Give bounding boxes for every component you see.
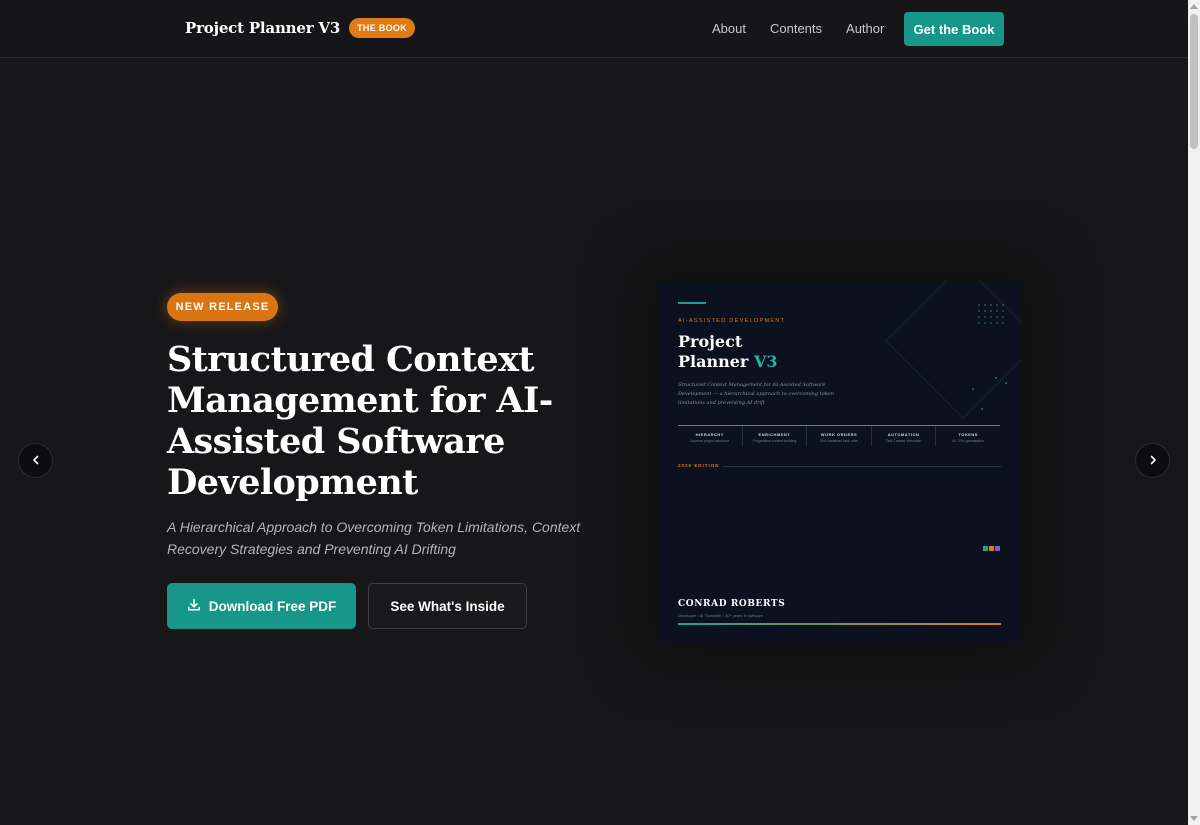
cover-dot-grid: [976, 302, 1006, 326]
pillar-subtitle: Task Tracker execution: [885, 439, 922, 443]
pillar-title: TOKENS: [958, 432, 978, 437]
cover-description: Structured Context Management for AI-Ass…: [678, 382, 834, 406]
carousel-next-button[interactable]: [1135, 443, 1170, 478]
nav-link-author[interactable]: Author: [846, 21, 884, 36]
hero-subtitle: A Hierarchical Approach to Overcoming To…: [167, 519, 581, 557]
pillar-subtitle: Progressive context building: [752, 439, 797, 443]
cover-accent-square: [995, 546, 1000, 551]
scrollbar-thumb[interactable]: [1190, 14, 1198, 149]
cover-author: CONRAD ROBERTS: [678, 599, 786, 609]
cover-kicker: AI-ASSISTED DEVELOPMENT: [678, 318, 786, 324]
download-pdf-button[interactable]: Download Free PDF: [167, 583, 356, 629]
cover-pillar: WORK ORDERS Self-contained task units: [807, 426, 872, 446]
new-release-badge: NEW RELEASE: [167, 293, 278, 321]
pillar-title: AUTOMATION: [887, 432, 920, 437]
cover-dot: [1005, 382, 1007, 384]
cover-accent-square: [989, 546, 994, 551]
cover-title-word: Planner: [678, 352, 749, 371]
hero-headline: Structured Context Management for AI-Ass…: [167, 339, 553, 503]
cover-dot: [981, 408, 983, 410]
cover-dot: [972, 388, 974, 390]
chevron-right-icon: [1148, 452, 1158, 470]
page-scrollbar[interactable]: [1188, 0, 1200, 825]
cover-accent-square: [983, 546, 988, 551]
get-book-button[interactable]: Get the Book: [904, 12, 1004, 46]
brand[interactable]: Project Planner V3 THE BOOK: [185, 18, 416, 38]
cover-edition: 2026 EDITION: [678, 463, 720, 468]
pillar-subtitle: 50-70% optimization: [952, 439, 985, 443]
scroll-up-icon[interactable]: [1190, 4, 1198, 9]
cover-author-subtitle: Developer • AI Toolsmith • 30+ years in …: [678, 613, 764, 618]
download-pdf-label: Download Free PDF: [208, 598, 337, 614]
chevron-left-icon: [31, 452, 41, 470]
book-cover: AI-ASSISTED DEVELOPMENT Project Planner …: [658, 281, 1022, 641]
cover-title-line1: Project: [678, 332, 743, 351]
nav-link-about[interactable]: About: [712, 21, 746, 36]
cover-accent-line: [678, 302, 706, 304]
pillar-title: ENRICHMENT: [758, 432, 791, 437]
cover-pillar: TOKENS 50-70% optimization: [936, 426, 1000, 446]
nav-links: About Contents Author: [712, 21, 884, 36]
cover-pillar: HIERARCHY Layered project structure: [678, 426, 743, 446]
nav-link-contents[interactable]: Contents: [770, 21, 822, 36]
pillar-subtitle: Layered project structure: [690, 439, 730, 443]
see-inside-button[interactable]: See What's Inside: [368, 583, 527, 629]
cover-dot: [995, 377, 997, 379]
pillar-title: HIERARCHY: [695, 432, 724, 437]
brand-badge: THE BOOK: [349, 18, 416, 38]
top-navbar: Project Planner V3 THE BOOK About Conten…: [0, 0, 1188, 58]
download-icon: [187, 598, 201, 615]
pillar-subtitle: Self-contained task units: [819, 439, 859, 443]
cover-title-line2: Planner V3: [678, 352, 777, 372]
cover-edition-divider: [723, 466, 1001, 467]
scroll-down-icon[interactable]: [1190, 816, 1198, 821]
pillar-title: WORK ORDERS: [820, 432, 858, 437]
cover-title: Project Planner V3: [678, 332, 777, 372]
cover-gradient-bar: [678, 623, 1001, 625]
cover-pillars: HIERARCHY Layered project structure ENRI…: [678, 425, 1000, 446]
brand-name[interactable]: Project Planner V3: [185, 19, 340, 37]
cover-pillar: ENRICHMENT Progressive context building: [743, 426, 808, 446]
carousel-prev-button[interactable]: [18, 443, 53, 478]
cover-pillar: AUTOMATION Task Tracker execution: [872, 426, 937, 446]
cover-title-version: V3: [753, 352, 778, 371]
